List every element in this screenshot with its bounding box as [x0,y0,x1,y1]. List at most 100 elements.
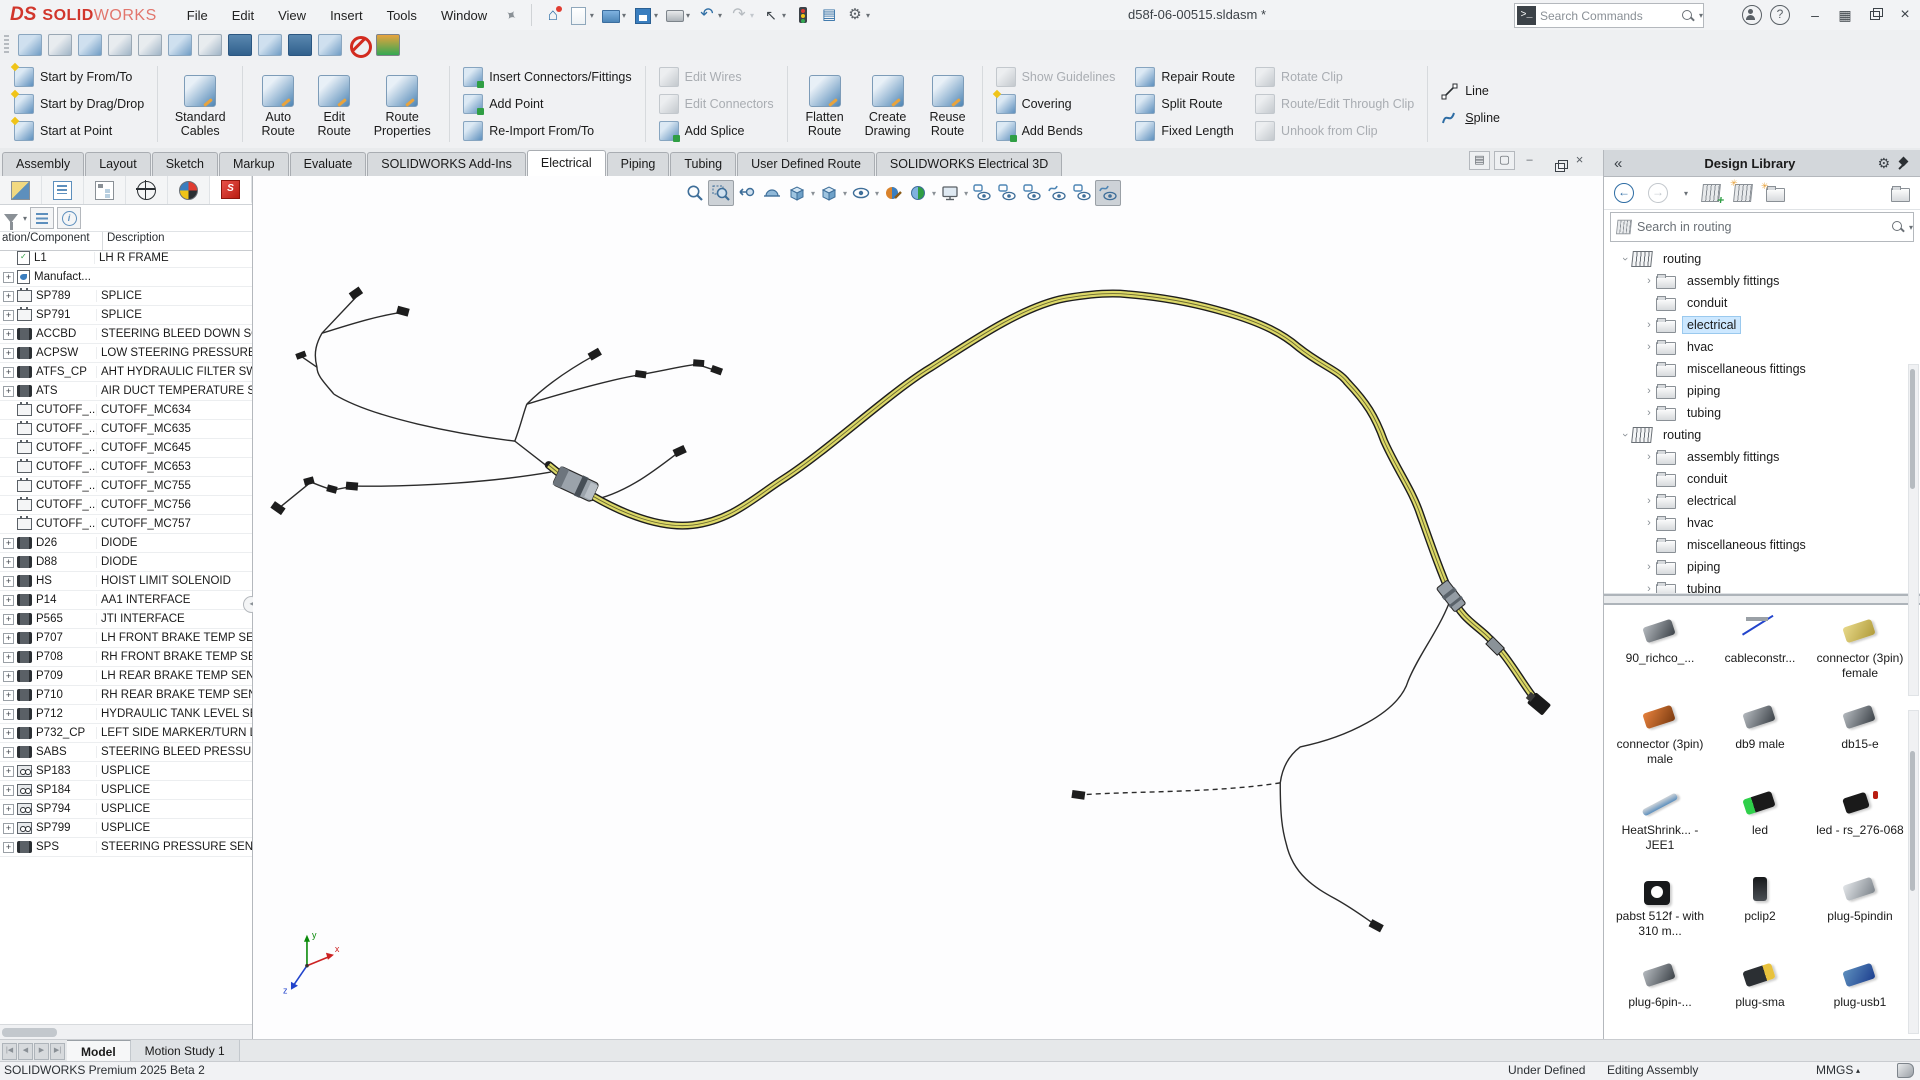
gear-icon[interactable]: ⚙ [1877,155,1890,172]
table-row[interactable]: L1 LH R FRAME [0,249,252,268]
electrical-wire-pencil-icon[interactable] [198,34,222,56]
table-row[interactable]: P732_CP LEFT SIDE MARKER/TURN LI [0,724,252,743]
table-row[interactable]: CUTOFF_... CUTOFF_MC756 [0,496,252,515]
expand-toggle[interactable] [2,290,15,303]
library-tree-item[interactable]: electrical [1604,314,1920,336]
route-properties-button[interactable]: Route Properties [362,69,442,140]
table-row[interactable]: P565 JTI INTERFACE [0,610,252,629]
filter-funnel-icon[interactable] [4,214,18,223]
expand-toggle[interactable] [2,594,15,607]
reuse-route-button[interactable]: Reuse Route [921,69,975,140]
table-row[interactable]: CUTOFF_... CUTOFF_MC755 [0,477,252,496]
zoom-to-area-icon[interactable] [708,180,734,206]
table-row[interactable]: D88 DIODE [0,553,252,572]
electrical-lines-icon[interactable] [318,34,342,56]
library-item[interactable]: cableconstr... [1710,615,1810,701]
guides-visibility-icon[interactable] [970,181,994,205]
expand-toggle[interactable] [2,366,15,379]
view-settings-icon[interactable] [938,181,962,205]
command-tab[interactable]: Layout [85,152,151,176]
library-item[interactable]: HeatShrink... - JEE1 [1610,787,1710,873]
move-visibility-icon[interactable] [995,181,1019,205]
library-tree-item[interactable]: tubing [1604,578,1920,594]
menu-item[interactable]: View [266,3,318,28]
panel-expand-icon[interactable]: « [1614,155,1622,172]
expand-toggle[interactable] [2,404,15,417]
library-tree-item[interactable]: hvac [1604,512,1920,534]
library-item[interactable]: led - rs_276-068 [1810,787,1910,873]
edit-connectors-button[interactable]: Edit Connectors [653,92,780,117]
library-tree-item[interactable]: conduit [1604,468,1920,490]
home-button[interactable] [541,4,565,26]
table-row[interactable]: SP184 USPLICE [0,781,252,800]
electrical-terminal-icon[interactable] [288,34,312,56]
table-row[interactable]: P712 HYDRAULIC TANK LEVEL SEN [0,705,252,724]
display-style-icon[interactable] [817,181,841,205]
start-at-point-button[interactable]: Start at Point [8,119,150,144]
edit-route-button[interactable]: Edit Route [306,69,362,140]
search-icon[interactable] [1891,220,1905,234]
command-tab[interactable]: Evaluate [290,152,367,176]
open-button[interactable]: ▾ [599,4,629,26]
column-header-description[interactable]: Description [103,232,252,250]
tab-configurationmanager[interactable] [84,176,126,204]
table-row[interactable]: SP794 USPLICE [0,800,252,819]
chevron-icon[interactable] [1642,319,1656,331]
command-tab[interactable]: SOLIDWORKS Electrical 3D [876,152,1062,176]
chevron-icon[interactable] [1642,583,1656,594]
insert-connectors-button[interactable]: Insert Connectors/Fittings [457,65,637,90]
electrical-location-icon[interactable] [48,34,72,56]
viewport-restore-icon[interactable] [1544,151,1565,170]
table-row[interactable]: D26 DIODE [0,534,252,553]
tab-model[interactable]: Model [67,1040,131,1062]
library-item[interactable]: db9 male [1710,701,1810,787]
info-button[interactable]: i [57,207,81,229]
chevron-icon[interactable] [1642,275,1656,287]
search-icon[interactable] [1681,9,1695,23]
command-tab[interactable]: Markup [219,152,289,176]
table-row[interactable]: SP789 SPLICE [0,287,252,306]
prev-sheet-icon[interactable]: ◀ [18,1043,33,1060]
expand-toggle[interactable] [2,347,15,360]
command-tab[interactable]: Electrical [527,150,606,176]
filter-caret[interactable]: ▾ [23,214,27,223]
undo-button[interactable]: ▾ [695,4,725,26]
library-tree-item[interactable]: assembly fittings [1604,270,1920,292]
command-tab[interactable]: Piping [607,152,670,176]
table-row[interactable]: HS HOIST LIMIT SOLENOID [0,572,252,591]
table-row[interactable]: CUTOFF_... CUTOFF_MC645 [0,439,252,458]
table-row[interactable]: P707 LH FRONT BRAKE TEMP SEN [0,629,252,648]
expand-toggle[interactable] [2,518,15,531]
hide-show-items-icon[interactable] [849,181,873,205]
items-scrollbar[interactable] [1908,710,1919,1034]
table-row[interactable]: P708 RH FRONT BRAKE TEMP SEN [0,648,252,667]
chevron-icon[interactable] [1618,429,1632,441]
library-item[interactable]: 90_richco_... [1610,615,1710,701]
table-row[interactable]: CUTOFF_... CUTOFF_MC653 [0,458,252,477]
no-entry-icon[interactable] [348,35,370,55]
library-item[interactable]: led [1710,787,1810,873]
line-button[interactable]: Line [1435,78,1506,103]
library-item[interactable]: pclip2 [1710,873,1810,959]
expand-toggle[interactable] [2,708,15,721]
start-by-fromto-button[interactable]: Start by From/To [8,65,150,90]
expand-toggle[interactable] [2,271,15,284]
expand-toggle[interactable] [2,442,15,455]
expand-toggle[interactable] [2,252,15,265]
table-row[interactable]: ACCBD STEERING BLEED DOWN SOI [0,325,252,344]
table-row[interactable]: P14 AA1 INTERFACE [0,591,252,610]
create-drawing-button[interactable]: Create Drawing [855,69,921,140]
planes-visibility-icon[interactable] [1020,181,1044,205]
add-to-library-icon[interactable] [1733,184,1753,202]
library-tree-item[interactable]: conduit [1604,292,1920,314]
table-row[interactable]: CUTOFF_... CUTOFF_MC757 [0,515,252,534]
expand-toggle[interactable] [2,822,15,835]
rotate-clip-button[interactable]: Rotate Clip [1249,65,1420,90]
reimport-fromto-button[interactable]: Re-Import From/To [457,119,637,144]
expand-toggle[interactable] [2,309,15,322]
library-tree-item[interactable]: miscellaneous fittings [1604,534,1920,556]
expand-toggle[interactable] [2,385,15,398]
chevron-icon[interactable] [1642,517,1656,529]
menu-item[interactable]: Edit [220,3,266,28]
library-tree-item[interactable]: piping [1604,556,1920,578]
